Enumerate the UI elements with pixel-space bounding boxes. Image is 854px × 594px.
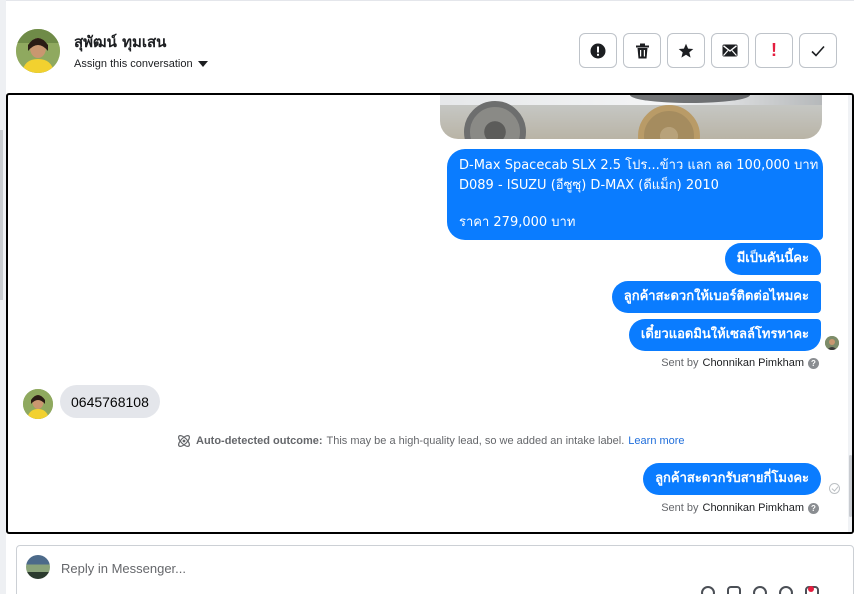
conversation-header: สุพัฒน์ ทุมเสน Assign this conversation: [6, 0, 854, 92]
sent-by-prefix: Sent by: [661, 357, 699, 369]
sent-by-label: Sent by Chonnikan Pimkham ?: [661, 502, 819, 514]
check-icon: [811, 45, 825, 57]
payment-icon[interactable]: [779, 586, 793, 594]
conversation-thread[interactable]: D-Max Spacecab SLX 2.5 โปร...ข้าว แลก ลด…: [6, 93, 854, 534]
messenger-conversation-page: สุพัฒน์ ทุมเสน Assign this conversation: [0, 0, 854, 594]
sender-name: Chonnikan Pimkham: [702, 502, 805, 514]
attachment-icon[interactable]: [701, 586, 715, 594]
car-photo-attachment[interactable]: [440, 95, 822, 139]
assign-label: Assign this conversation: [74, 58, 193, 70]
listing-model: D089 - ISUZU (อีซูซุ) D-MAX (ดีแม็ก) 201…: [459, 178, 719, 193]
outcome-description: This may be a high-quality lead, so we a…: [326, 435, 625, 447]
notification-dot: [808, 586, 814, 592]
spam-button[interactable]: [579, 33, 617, 68]
incoming-avatar-image: [23, 389, 53, 419]
outgoing-message[interactable]: มีเป็นคันนี้คะ: [724, 243, 821, 275]
page-avatar: [26, 555, 50, 579]
sent-by-prefix: Sent by: [661, 502, 699, 514]
mark-unread-button[interactable]: [711, 33, 749, 68]
wheel-graphic: [464, 101, 526, 139]
star-icon: [678, 43, 694, 58]
exclamation-circle-icon: [590, 43, 606, 58]
question-icon[interactable]: ?: [808, 357, 819, 369]
sent-status-check-icon: [829, 483, 840, 494]
contact-avatar[interactable]: [16, 29, 60, 73]
trash-icon: [635, 43, 649, 58]
listing-title: D-Max Spacecab SLX 2.5 โปร...ข้าว แลก ลด…: [459, 158, 819, 173]
star-button[interactable]: [667, 33, 705, 68]
saved-reply-icon[interactable]: [727, 586, 741, 594]
incoming-message[interactable]: 0645768108: [60, 385, 160, 418]
seen-by-avatar: [825, 336, 839, 350]
composer-toolbar: [701, 586, 819, 594]
learn-more-link[interactable]: Learn more: [628, 435, 684, 447]
sent-by-label: Sent by Chonnikan Pimkham ?: [661, 357, 819, 369]
seen-avatar-image: [825, 336, 839, 350]
delete-button[interactable]: [623, 33, 661, 68]
left-scrollbar[interactable]: [0, 130, 3, 300]
mark-done-button[interactable]: [799, 33, 837, 68]
contact-name[interactable]: สุพัฒน์ ทุมเสน: [74, 30, 166, 54]
envelope-icon: [722, 44, 738, 57]
auto-detected-outcome-notice: Auto-detected outcome: This may be a hig…: [176, 433, 685, 449]
red-exclamation-icon: !: [771, 40, 777, 60]
thread-scrollbar-thumb[interactable]: [849, 455, 852, 517]
sender-name: Chonnikan Pimkham: [702, 357, 805, 369]
outgoing-message[interactable]: เดี๋ยวแอดมินให้เซลล์โทรหาคะ: [628, 319, 821, 351]
outgoing-message[interactable]: ลูกค้าสะดวกให้เบอร์ติดต่อไหมคะ: [611, 281, 821, 313]
outcome-title: Auto-detected outcome:: [196, 435, 323, 447]
listing-message-bubble[interactable]: D-Max Spacecab SLX 2.5 โปร...ข้าว แลก ลด…: [447, 149, 823, 240]
reply-composer: [16, 545, 854, 594]
question-icon[interactable]: ?: [808, 502, 819, 514]
header-action-bar: !: [579, 33, 837, 68]
outgoing-message[interactable]: ลูกค้าสะดวกรับสายกี่โมงคะ: [643, 463, 821, 495]
incoming-avatar[interactable]: [23, 389, 53, 419]
caret-down-icon: [197, 61, 208, 67]
atom-icon: [178, 435, 190, 447]
contact-avatar-image: [16, 29, 60, 73]
listing-price: ราคา 279,000 บาท: [459, 215, 576, 230]
follow-up-button[interactable]: !: [755, 33, 793, 68]
reply-input[interactable]: [61, 558, 561, 578]
emoji-icon[interactable]: [753, 586, 767, 594]
assign-conversation-dropdown[interactable]: Assign this conversation: [74, 58, 208, 70]
wheel-graphic: [638, 105, 700, 139]
